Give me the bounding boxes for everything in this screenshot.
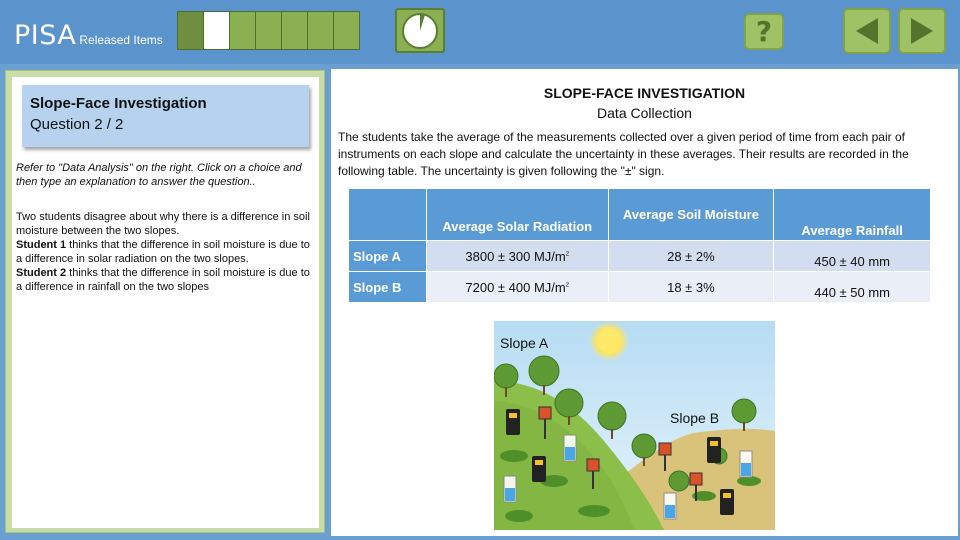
slope-a-label: Slope A: [500, 335, 549, 351]
progress-segment: [178, 12, 203, 49]
progress-bar: [177, 11, 360, 50]
table-header-cell: Average Rainfall: [773, 188, 931, 241]
solar-radiation-cell: 3800 ± 300 MJ/m2: [425, 240, 609, 272]
slopes-illustration: Slope A Slope B: [493, 321, 775, 530]
unit-superscript: 2: [565, 282, 570, 289]
soil-moisture-cell: 18 ± 3%: [607, 271, 775, 303]
progress-segment: [230, 12, 255, 49]
data-table: Average Solar Radiation Average Soil Moi…: [348, 188, 931, 303]
student-2-statement: Student 2 thinks that the difference in …: [16, 266, 316, 294]
table-header-cell: [348, 188, 427, 241]
unit-title: Slope-Face Investigation: [30, 95, 207, 112]
brand-title: PISA: [14, 20, 77, 51]
question-panel: Slope-Face Investigation Question 2 / 2 …: [5, 70, 325, 533]
student-2-label: Student 2: [16, 267, 67, 279]
stimulus-title: SLOPE-FACE INVESTIGATION: [543, 85, 746, 101]
rainfall-cell: 440 ± 50 mm: [773, 271, 931, 303]
table-row: Slope B 7200 ± 400 MJ/m2 18 ± 3% 440 ± 5…: [348, 271, 931, 303]
slope-b-label: Slope B: [670, 410, 719, 426]
next-arrow-icon: [911, 18, 933, 44]
solar-radiation-cell: 7200 ± 400 MJ/m2: [425, 271, 609, 303]
soil-moisture-cell: 28 ± 2%: [607, 240, 775, 272]
question-title-box: Slope-Face Investigation Question 2 / 2: [22, 85, 309, 147]
timer-icon: [395, 8, 445, 53]
student-1-statement: Student 1 thinks that the difference in …: [16, 238, 316, 266]
brand-subtitle: Released Items: [79, 33, 163, 47]
header-bar: PISA Released Items ?: [0, 0, 960, 64]
next-button[interactable]: [898, 8, 946, 54]
help-button[interactable]: ?: [744, 13, 784, 50]
stimulus-subtitle: Data Collection: [597, 105, 692, 121]
progress-segment: [204, 12, 229, 49]
table-header-row: Average Solar Radiation Average Soil Moi…: [348, 188, 931, 241]
progress-segment: [282, 12, 307, 49]
stimulus-paragraph: The students take the average of the mea…: [338, 130, 909, 178]
instructions: Refer to "Data Analysis" on the right. C…: [16, 162, 302, 188]
row-label: Slope A: [348, 240, 427, 272]
table-row: Slope A 3800 ± 300 MJ/m2 28 ± 2% 450 ± 4…: [348, 240, 931, 272]
row-label: Slope B: [348, 271, 427, 303]
scenario-intro: Two students disagree about why there is…: [16, 211, 310, 237]
progress-segment: [308, 12, 333, 49]
progress-segment: [256, 12, 281, 49]
unit-superscript: 2: [565, 251, 570, 258]
progress-segment: [334, 12, 359, 49]
back-button[interactable]: [843, 8, 891, 54]
scenario-text: Two students disagree about why there is…: [16, 210, 316, 294]
question-panel-inner: Slope-Face Investigation Question 2 / 2 …: [12, 77, 319, 528]
back-arrow-icon: [856, 18, 878, 44]
solar-value: 3800 ± 300 MJ/m: [465, 248, 566, 264]
table-header-cell: Average Soil Moisture: [607, 188, 775, 241]
student-1-label: Student 1: [16, 239, 67, 251]
brand: PISA Released Items: [14, 20, 163, 51]
stimulus-panel: SLOPE-FACE INVESTIGATION Data Collection…: [331, 69, 958, 536]
question-number: Question 2 / 2: [30, 116, 124, 133]
rainfall-cell: 450 ± 40 mm: [773, 240, 931, 272]
help-icon: ?: [755, 15, 773, 48]
table-header-cell: Average Solar Radiation: [425, 188, 609, 241]
solar-value: 7200 ± 400 MJ/m: [465, 279, 566, 295]
